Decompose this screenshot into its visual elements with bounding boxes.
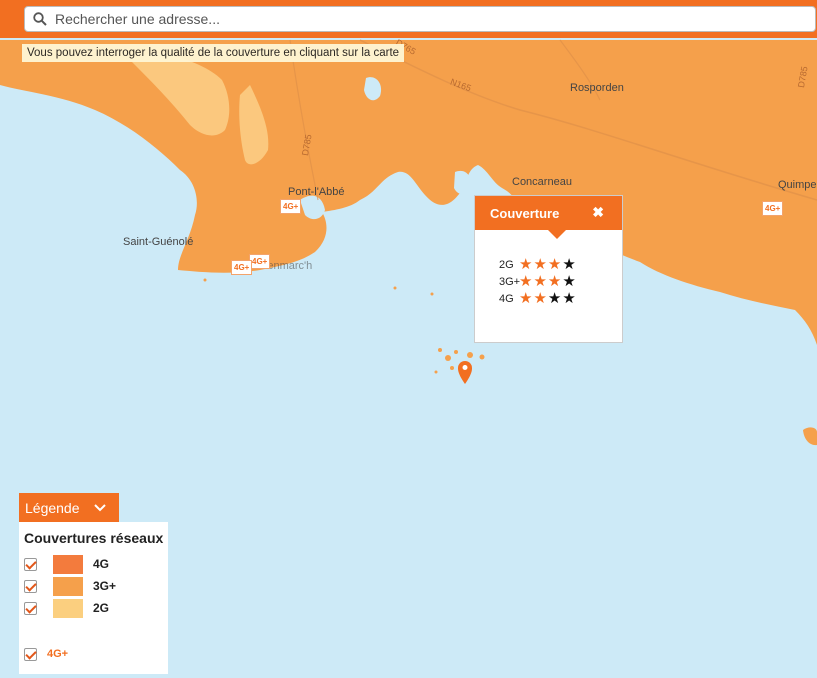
place-label: Rosporden	[570, 82, 624, 94]
star-icon: ★	[547, 290, 562, 307]
popup-pointer	[548, 230, 566, 239]
star-icon: ★	[533, 290, 547, 307]
coverage-row: 2G ★ ★ ★ ★	[499, 256, 577, 273]
map-hint: Vous pouvez interroger la qualité de la …	[22, 44, 405, 62]
close-icon[interactable]: ✖	[592, 204, 604, 221]
legend-label: 4G+	[47, 648, 69, 660]
place-label: Quimper	[778, 179, 817, 191]
star-icon: ★	[519, 290, 533, 307]
legend-swatch	[53, 554, 83, 574]
place-label: Concarneau	[512, 176, 572, 188]
legend-checkbox[interactable]	[24, 579, 37, 593]
legend-title: Couvertures réseaux	[24, 530, 164, 546]
star-icon: ★	[533, 273, 547, 290]
legend-label: 4G	[93, 557, 110, 571]
chevron-down-icon	[93, 503, 106, 511]
popup-header: Couverture ✖	[475, 196, 622, 230]
legend-toggle-button[interactable]: Légende	[19, 493, 119, 522]
coverage-rows: 2G ★ ★ ★ ★ 3G+ ★ ★ ★ ★ 4G ★ ★ ★ ★	[499, 256, 577, 307]
legend-item-2g: 2G	[24, 598, 109, 618]
legend-label: 2G	[93, 601, 110, 615]
legend-checkbox[interactable]	[24, 557, 37, 571]
star-icon: ★	[562, 273, 576, 290]
star-icon: ★	[519, 273, 533, 290]
4g-plus-badge: 4G+	[231, 260, 253, 275]
legend-item-4g: 4G	[24, 554, 109, 574]
star-icon: ★	[533, 256, 547, 273]
star-icon: ★	[562, 256, 576, 273]
legend-button-label: Légende	[25, 499, 80, 516]
4g-plus-badge: 4G+	[762, 201, 784, 216]
coverage-row: 4G ★ ★ ★ ★	[499, 290, 577, 307]
legend-item-3g-plus: 3G+	[24, 576, 116, 596]
legend-swatch	[53, 598, 83, 618]
coverage-popup: Couverture ✖ 2G ★ ★ ★ ★ 3G+ ★ ★ ★ ★ 4G ★ ★ ★ ★	[474, 195, 623, 343]
legend-swatch	[53, 576, 83, 596]
coverage-row-label: 4G	[499, 292, 514, 305]
legend-label: 3G+	[93, 579, 117, 593]
popup-title: Couverture	[490, 205, 560, 221]
legend-panel: Couvertures réseaux 4G 3G+ 2G 4G+	[19, 522, 168, 674]
legend-item-4g-plus: 4G+	[24, 644, 68, 664]
legend-checkbox[interactable]	[24, 647, 37, 661]
search-box[interactable]	[24, 6, 816, 32]
legend-checkbox[interactable]	[24, 601, 37, 615]
star-icon: ★	[562, 290, 576, 307]
search-icon	[33, 12, 47, 26]
place-label: Pont-l'Abbé	[288, 186, 345, 198]
star-icon: ★	[519, 256, 533, 273]
coverage-row: 3G+ ★ ★ ★ ★	[499, 273, 577, 290]
star-icon: ★	[547, 273, 562, 290]
star-icon: ★	[547, 256, 562, 273]
search-input[interactable]	[53, 10, 797, 28]
coverage-row-label: 3G+	[499, 275, 521, 288]
4g-plus-badge: 4G+	[280, 199, 302, 214]
coverage-row-label: 2G	[499, 258, 514, 271]
place-label: Saint-Guénolé	[123, 236, 194, 248]
